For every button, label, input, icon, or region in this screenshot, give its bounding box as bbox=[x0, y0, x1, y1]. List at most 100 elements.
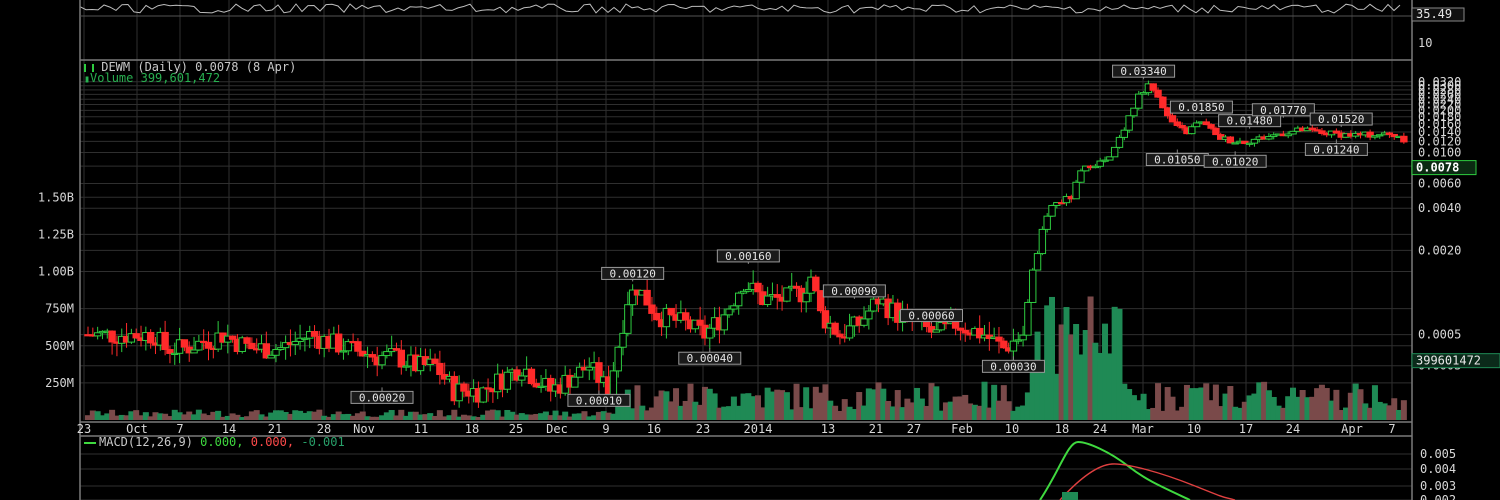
candle-body bbox=[397, 349, 406, 368]
last-volume-label: 399601472 bbox=[1416, 354, 1481, 368]
x-tick-label: 28 bbox=[317, 422, 331, 436]
candle-body bbox=[865, 310, 873, 320]
volume-tick-label: 750M bbox=[45, 302, 74, 316]
candle-body bbox=[1024, 301, 1032, 336]
annotation-label: 0.01850 bbox=[1178, 101, 1224, 114]
top-indicator-panel bbox=[79, 3, 1401, 14]
price-tick-label: 0.0100 bbox=[1418, 146, 1461, 160]
x-tick-label: Dec bbox=[546, 422, 568, 436]
candle-body bbox=[146, 331, 155, 344]
volume-legend-text: Volume 399,601,472 bbox=[90, 71, 221, 85]
candle-body bbox=[720, 314, 728, 331]
candle-body bbox=[995, 336, 1003, 342]
annotation-label: 0.01050 bbox=[1154, 154, 1200, 167]
top-indicator-line bbox=[79, 3, 1401, 14]
price-tick-label: 0.0020 bbox=[1418, 243, 1461, 257]
volume-tick-label: 250M bbox=[45, 376, 74, 390]
x-tick-label: 24 bbox=[1093, 422, 1107, 436]
candle-body bbox=[802, 292, 810, 303]
candle-body bbox=[518, 375, 526, 381]
candle-body bbox=[460, 383, 468, 392]
candle-body bbox=[1149, 83, 1157, 91]
annotation-label: 0.01520 bbox=[1318, 113, 1364, 126]
candle-body bbox=[1120, 129, 1128, 138]
candle-body bbox=[503, 371, 512, 390]
candle-body bbox=[706, 327, 714, 339]
candle-body bbox=[1048, 204, 1056, 217]
annotation-label: 0.00020 bbox=[359, 391, 405, 404]
candle-body bbox=[754, 282, 762, 293]
macd-title: MACD(12,26,9) bbox=[99, 435, 193, 449]
macd-tick-label: 0.002 bbox=[1420, 493, 1456, 500]
candle-body bbox=[624, 304, 632, 334]
candle-body bbox=[378, 355, 386, 366]
x-tick-label: 17 bbox=[1239, 422, 1253, 436]
x-tick-label: 21 bbox=[268, 422, 282, 436]
x-tick-label: 24 bbox=[1286, 422, 1300, 436]
annotation-label: 0.00010 bbox=[576, 394, 622, 407]
candle-body bbox=[735, 292, 743, 307]
annotation-label: 0.03340 bbox=[1120, 65, 1166, 78]
macd-tick-label: 0.005 bbox=[1420, 447, 1456, 461]
top-tick-label: 10 bbox=[1418, 36, 1432, 50]
x-tick-label: 9 bbox=[602, 422, 609, 436]
candle-body bbox=[1207, 124, 1215, 129]
macd-legend: MACD(12,26,9) 0.000, 0.000, -0.001 bbox=[84, 436, 345, 448]
candle-body bbox=[243, 337, 251, 344]
macd-line-icon bbox=[84, 441, 96, 444]
annotation-label: 0.01770 bbox=[1260, 104, 1306, 117]
candle-body bbox=[1188, 126, 1196, 135]
candle-body bbox=[845, 325, 854, 339]
macd-tick-label: 0.003 bbox=[1420, 479, 1456, 493]
price-tick-label: 0.0040 bbox=[1418, 201, 1461, 215]
x-tick-label: 7 bbox=[1388, 422, 1395, 436]
annotation-label: 0.00030 bbox=[990, 360, 1036, 373]
x-tick-label: Feb bbox=[951, 422, 973, 436]
candle-body bbox=[1135, 93, 1143, 109]
annotation-label: 0.00040 bbox=[687, 352, 733, 365]
candle-body bbox=[667, 307, 675, 316]
candle-body bbox=[334, 333, 343, 353]
candle-body bbox=[1226, 136, 1235, 144]
candle-body bbox=[812, 276, 820, 292]
candle-body bbox=[1110, 146, 1119, 158]
macd-signal-value: 0.000, bbox=[250, 435, 295, 449]
candle-body bbox=[527, 368, 536, 385]
x-tick-label: 25 bbox=[509, 422, 523, 436]
x-tick-label: 18 bbox=[1055, 422, 1069, 436]
volume-bars bbox=[85, 296, 1407, 420]
volume-tick-label: 500M bbox=[45, 339, 74, 353]
candle-body bbox=[132, 333, 140, 339]
candle-body bbox=[1125, 115, 1133, 131]
candle-body bbox=[383, 351, 391, 357]
x-tick-label: Apr bbox=[1341, 422, 1363, 436]
x-tick-label: 7 bbox=[176, 422, 183, 436]
volume-bar bbox=[1400, 400, 1407, 420]
macd-histogram-value: -0.001 bbox=[301, 435, 345, 449]
candle-body bbox=[1173, 121, 1182, 126]
annotation-label: 0.00160 bbox=[725, 250, 771, 263]
x-tick-label: 14 bbox=[222, 422, 236, 436]
candle-body bbox=[1159, 96, 1167, 109]
candle-body bbox=[1130, 107, 1138, 117]
candle-body bbox=[1212, 127, 1220, 136]
price-candles bbox=[84, 80, 1408, 408]
candle-body bbox=[108, 330, 116, 343]
annotation-label: 0.01020 bbox=[1212, 155, 1258, 168]
x-tick-label: 23 bbox=[77, 422, 91, 436]
volume-tick-label: 1.25B bbox=[38, 227, 74, 241]
macd-histogram-bar bbox=[1062, 492, 1078, 500]
x-tick-label: 18 bbox=[465, 422, 479, 436]
x-tick-label: Oct bbox=[126, 422, 148, 436]
candle-body bbox=[681, 312, 690, 321]
candle-body bbox=[1154, 89, 1162, 98]
macd-panel bbox=[1039, 440, 1236, 500]
x-tick-label: 10 bbox=[1187, 422, 1201, 436]
candle-body bbox=[272, 349, 280, 356]
candle-body bbox=[354, 341, 362, 352]
annotation-label: 0.00120 bbox=[609, 267, 655, 280]
candle-body bbox=[1009, 340, 1018, 352]
x-tick-label: 10 bbox=[1005, 422, 1019, 436]
candle-body bbox=[431, 358, 439, 364]
macd-value: 0.000, bbox=[200, 435, 244, 449]
